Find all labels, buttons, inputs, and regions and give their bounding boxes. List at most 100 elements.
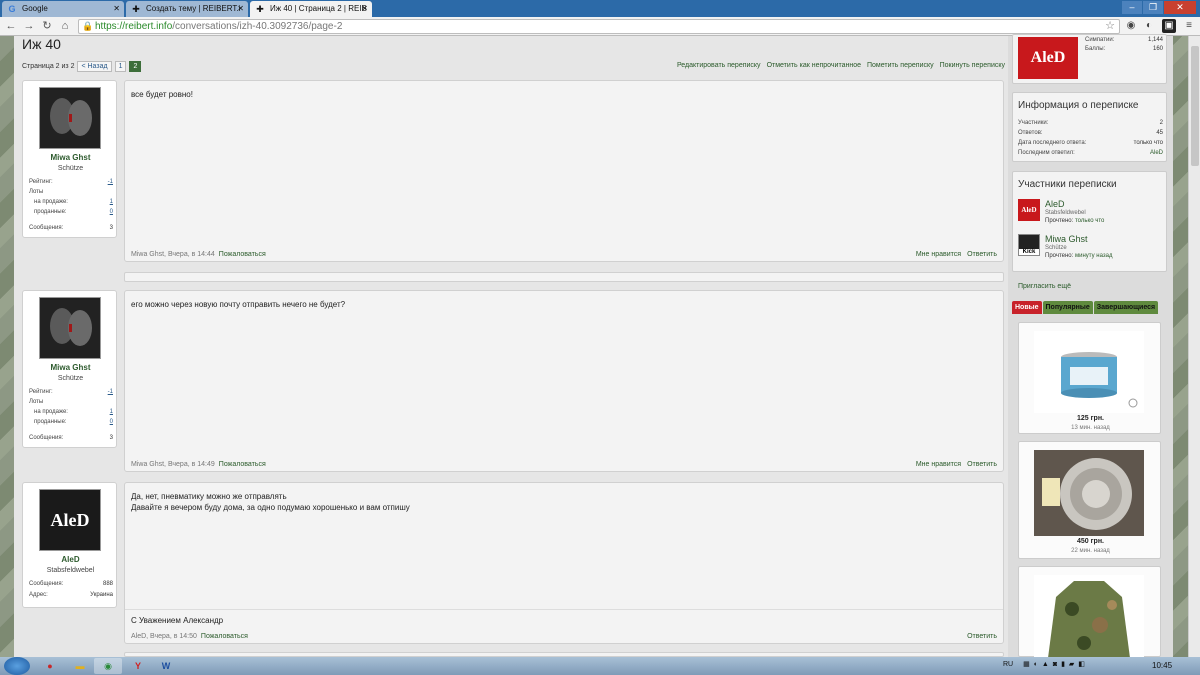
- reply-link[interactable]: Ответить: [967, 461, 997, 468]
- tab-popular[interactable]: Популярные: [1042, 301, 1093, 314]
- close-icon[interactable]: ✕: [237, 4, 244, 13]
- participant-avatar[interactable]: AleD: [1018, 199, 1040, 221]
- page-1-button[interactable]: 1: [114, 61, 127, 72]
- profile-stat: Симпатии: 1,144: [1085, 37, 1163, 43]
- message-meta: Miwa Ghst, Вчера, в 14:44 Пожаловаться: [131, 251, 266, 258]
- participant-seen: Прочтено: минуту назад: [1045, 253, 1112, 259]
- info-row: Ответов: 45: [1018, 130, 1163, 136]
- start-button[interactable]: [4, 657, 30, 675]
- like-link[interactable]: Мне нравится: [916, 461, 961, 468]
- conversation-info-box: Информация о переписке Участники: 2 Ответ…: [1012, 92, 1167, 162]
- listing-price: 450 грн.: [1077, 538, 1104, 545]
- address-bar[interactable]: 🔒 https://reibert.info/conversations/izh…: [78, 19, 1120, 34]
- stat-value: 3: [109, 435, 113, 441]
- stat-sold: проданные: 0: [29, 209, 113, 215]
- chrome-icon[interactable]: ◉: [94, 658, 122, 674]
- home-icon[interactable]: ⌂: [58, 19, 72, 33]
- extension-icon[interactable]: ▣: [1162, 19, 1176, 33]
- back-icon[interactable]: ←: [4, 19, 18, 33]
- stat-sold: проданные: 0: [29, 419, 113, 425]
- stat-value[interactable]: 0: [110, 419, 113, 425]
- bookmark-star-icon[interactable]: ☆: [1105, 20, 1115, 33]
- tab-new[interactable]: Новые: [1012, 301, 1042, 314]
- minimize-icon[interactable]: –: [1122, 1, 1142, 14]
- yandex-icon[interactable]: Y: [124, 658, 152, 674]
- tab-google[interactable]: G Google ✕: [2, 1, 124, 17]
- message-date[interactable]: Miwa Ghst, Вчера, в 14:49: [131, 461, 215, 468]
- stat-lots: Лоты: [29, 399, 113, 405]
- stat-value[interactable]: 1: [110, 409, 113, 415]
- star-conversation-link[interactable]: Пометить переписку: [867, 62, 934, 69]
- stat-value: 888: [102, 581, 113, 587]
- invite-link[interactable]: Пригласить ещё: [1018, 283, 1071, 290]
- mark-unread-link[interactable]: Отметить как непрочитанное: [767, 62, 861, 69]
- extension-icon[interactable]: ◐: [1142, 19, 1156, 33]
- participant-rank: Stabsfeldwebel: [1045, 210, 1086, 216]
- stat-address: Адрес: Украина: [29, 592, 113, 598]
- leave-conversation-link[interactable]: Покинуть переписку: [940, 62, 1005, 69]
- participant-name[interactable]: Miwa Ghst: [1045, 234, 1088, 244]
- participant-avatar[interactable]: Kick: [1018, 234, 1040, 256]
- participant-name[interactable]: AleD: [1045, 199, 1065, 209]
- avatar[interactable]: [39, 87, 101, 149]
- brand-logo[interactable]: AleD: [1018, 37, 1078, 79]
- report-link[interactable]: Пожаловаться: [219, 461, 266, 468]
- stat-value[interactable]: -1: [108, 389, 113, 395]
- maximize-icon[interactable]: ❐: [1143, 1, 1163, 14]
- opera-icon[interactable]: ●: [36, 658, 64, 674]
- participant-seen: Прочтено: только что: [1045, 218, 1104, 224]
- listing-image[interactable]: [1034, 450, 1144, 536]
- close-window-icon[interactable]: ✕: [1164, 1, 1196, 14]
- listing-card[interactable]: 125 грн. 13 мин. назад: [1018, 322, 1161, 434]
- kick-badge: Kick: [1019, 249, 1039, 255]
- scrollbar[interactable]: [1188, 36, 1200, 657]
- message: его можно через новую почту отправить не…: [124, 290, 1004, 472]
- avatar-brand-text: AleD: [50, 510, 90, 530]
- tab-ending[interactable]: Завершающиеся: [1093, 301, 1159, 314]
- word-icon[interactable]: W: [152, 658, 180, 674]
- stat-rating: Рейтинг: -1: [29, 389, 113, 395]
- stat-value[interactable]: 0: [110, 209, 113, 215]
- page-2-button[interactable]: 2: [129, 61, 142, 72]
- forward-icon[interactable]: →: [22, 19, 36, 33]
- username[interactable]: Miwa Ghst: [23, 153, 118, 162]
- stat-on-sale: на продаже: 1: [29, 199, 113, 205]
- info-value[interactable]: AleD: [1150, 150, 1163, 156]
- report-link[interactable]: Пожаловаться: [201, 633, 248, 640]
- tray-icons[interactable]: ▦◐▲◙▮▰◧: [1023, 661, 1089, 668]
- reply-link[interactable]: Ответить: [967, 633, 997, 640]
- listing-image[interactable]: [1034, 575, 1144, 658]
- username[interactable]: AleD: [23, 555, 118, 564]
- stat-value[interactable]: 1: [110, 199, 113, 205]
- prev-page-button[interactable]: < Назад: [77, 61, 112, 72]
- folder-icon[interactable]: ▬: [66, 658, 94, 674]
- close-icon[interactable]: ✕: [113, 4, 120, 13]
- message-line: Да, нет, пневматику можно же отправлять: [131, 492, 287, 501]
- close-icon[interactable]: ✕: [361, 4, 368, 13]
- report-link[interactable]: Пожаловаться: [219, 251, 266, 258]
- edit-conversation-link[interactable]: Редактировать переписку: [677, 62, 761, 69]
- message-date[interactable]: Miwa Ghst, Вчера, в 14:44: [131, 251, 215, 258]
- listing-card[interactable]: 450 грн. 22 мин. назад: [1018, 441, 1161, 559]
- extension-icon[interactable]: ◉: [1124, 19, 1138, 33]
- reply-link[interactable]: Ответить: [967, 251, 997, 258]
- message-controls: Ответить: [967, 633, 997, 640]
- language-indicator[interactable]: RU: [1003, 661, 1013, 668]
- message-date[interactable]: AleD, Вчера, в 14:50: [131, 633, 197, 640]
- clock[interactable]: 10:45: [1152, 661, 1172, 670]
- menu-icon[interactable]: ≡: [1182, 19, 1196, 33]
- tab-conversation[interactable]: ✚ Иж 40 | Страница 2 | REIB ✕: [250, 1, 372, 17]
- stat-label: Лоты: [29, 189, 44, 195]
- stat-rating: Рейтинг: -1: [29, 179, 113, 185]
- avatar[interactable]: [39, 297, 101, 359]
- reload-icon[interactable]: ↻: [40, 19, 54, 33]
- like-link[interactable]: Мне нравится: [916, 251, 961, 258]
- username[interactable]: Miwa Ghst: [23, 363, 118, 372]
- conversation-actions: Редактировать переписку Отметить как неп…: [677, 62, 1005, 69]
- stat-value[interactable]: -1: [108, 179, 113, 185]
- listing-card[interactable]: [1018, 566, 1161, 658]
- avatar[interactable]: AleD: [39, 489, 101, 551]
- listing-image[interactable]: [1034, 331, 1144, 413]
- tab-create-topic[interactable]: ✚ Создать тему | REIBERT.i ✕: [126, 1, 248, 17]
- scrollbar-thumb[interactable]: [1191, 46, 1199, 166]
